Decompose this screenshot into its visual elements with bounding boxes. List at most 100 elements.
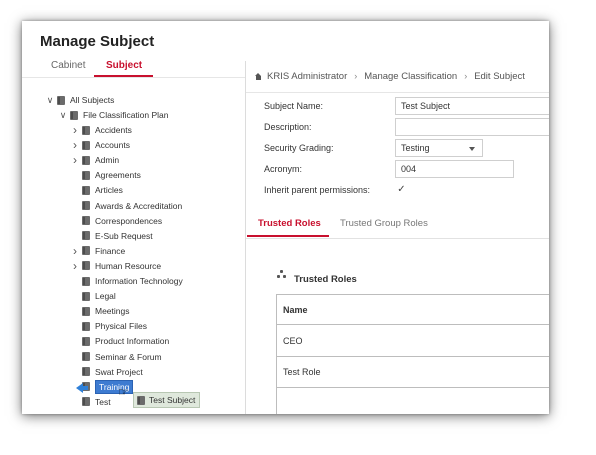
subject-name-label: Subject Name:: [264, 101, 324, 111]
expand-icon[interactable]: ›: [71, 139, 79, 151]
breadcrumb-item[interactable]: KRIS Administrator: [267, 71, 347, 82]
folder-book-icon: [82, 125, 90, 135]
breadcrumb: KRIS Administrator › Manage Classificati…: [255, 69, 525, 83]
tree-node-label: Product Information: [95, 336, 170, 347]
inherit-permissions-label: Inherit parent permissions:: [264, 185, 371, 195]
tree-node[interactable]: › Accidents: [71, 123, 132, 137]
collapse-icon[interactable]: ∨: [59, 109, 67, 121]
drop-arrow-tail: [82, 386, 88, 390]
tree-node[interactable]: › Finance: [71, 244, 125, 258]
tree-node[interactable]: E-Sub Request: [71, 229, 153, 243]
table-row[interactable]: CEO: [277, 326, 549, 357]
description-label: Description:: [264, 122, 312, 132]
divider: [246, 92, 549, 93]
folder-book-icon: [57, 95, 65, 105]
tree-node[interactable]: › Human Resource: [71, 259, 161, 273]
tree-node-all-subjects[interactable]: ∨ All Subjects: [46, 93, 115, 107]
expand-icon[interactable]: ›: [71, 124, 79, 136]
tree-node-label: Information Technology: [95, 276, 183, 286]
tab-trusted-roles[interactable]: Trusted Roles: [258, 218, 321, 229]
tab-subject[interactable]: Subject: [106, 60, 142, 71]
tree-node-label: E-Sub Request: [95, 230, 153, 241]
tree-node[interactable]: Seminar & Forum: [71, 350, 162, 364]
folder-book-icon: [82, 276, 90, 286]
tree-node[interactable]: › Admin: [71, 153, 119, 167]
tree-node-label: Admin: [95, 155, 120, 166]
tree-node-label: All Subjects: [70, 95, 115, 105]
breadcrumb-item[interactable]: Manage Classification: [364, 71, 457, 82]
tree-node-file-classification-plan[interactable]: ∨ File Classification Plan: [59, 108, 169, 122]
collapse-icon[interactable]: ∨: [46, 94, 54, 106]
tree-node[interactable]: Correspondences: [71, 214, 162, 228]
expand-icon[interactable]: ›: [71, 154, 79, 166]
folder-book-icon: [82, 336, 90, 346]
folder-book-icon: [82, 321, 90, 331]
tree-node-label: Articles: [95, 185, 123, 196]
table-header-name[interactable]: Name: [277, 295, 549, 325]
tree-node-label: Accounts: [95, 140, 130, 151]
security-grading-select[interactable]: Testing: [395, 139, 483, 157]
inherit-permissions-checkbox[interactable]: ✓: [396, 184, 407, 195]
divider: [22, 77, 245, 78]
divider: [246, 238, 549, 239]
tree-node[interactable]: Awards & Accreditation: [71, 199, 182, 213]
tree-node-label: Human Resource: [95, 260, 162, 271]
folder-book-icon: [82, 155, 90, 165]
folder-book-icon: [137, 395, 145, 405]
folder-book-icon: [82, 185, 90, 195]
folder-book-icon: [82, 352, 90, 361]
tree-node[interactable]: Information Technology: [71, 274, 183, 288]
folder-book-icon: [82, 231, 90, 241]
tree-node[interactable]: Physical Files: [71, 319, 147, 333]
trusted-roles-table: Name CEO Test Role: [276, 294, 549, 414]
expand-icon[interactable]: ›: [71, 245, 79, 257]
tree-node-label: Seminar & Forum: [95, 351, 162, 362]
expand-icon[interactable]: ›: [71, 260, 79, 272]
chevron-right-icon: ›: [354, 71, 358, 81]
chevron-right-icon: ›: [464, 71, 468, 81]
security-grading-label: Security Grading:: [264, 143, 334, 153]
tree-node[interactable]: › Accounts: [71, 138, 130, 152]
acronym-input[interactable]: 004: [395, 160, 514, 178]
dropdown-caret-icon: [469, 147, 475, 151]
tab-trusted-group-roles[interactable]: Trusted Group Roles: [340, 218, 428, 229]
tree-node[interactable]: Articles: [71, 183, 123, 197]
home-icon[interactable]: [255, 72, 262, 80]
tree-node-label: Swat Project: [95, 366, 143, 377]
tree-node-label: Finance: [95, 245, 126, 256]
tree-node[interactable]: Swat Project: [71, 365, 143, 379]
tree-node-label: Agreements: [95, 170, 141, 181]
subject-name-input[interactable]: Test Subject: [395, 97, 549, 115]
tab-cabinet[interactable]: Cabinet: [51, 60, 85, 71]
tree-node-label: Correspondences: [95, 215, 163, 226]
security-grading-value: Testing: [401, 143, 430, 153]
tree-node[interactable]: Product Information: [71, 334, 169, 348]
tree-node-label: Accidents: [95, 125, 132, 135]
folder-book-icon: [82, 140, 90, 150]
table-row[interactable]: Test Role: [277, 357, 549, 388]
tree-node[interactable]: Meetings: [71, 304, 130, 318]
folder-book-icon: [82, 291, 90, 301]
manage-subject-window: Manage Subject Cabinet Subject ∨ All Sub…: [22, 21, 549, 414]
drag-ghost-label: Test Subject: [149, 395, 196, 405]
tree-node-label: File Classification Plan: [83, 110, 169, 120]
tree-node[interactable]: Agreements: [71, 168, 141, 182]
description-input[interactable]: [395, 118, 549, 136]
acronym-label: Acronym:: [264, 164, 303, 174]
tree-node[interactable]: Legal: [71, 289, 116, 303]
tree-node-label: Legal: [95, 291, 116, 302]
folder-book-icon: [82, 170, 90, 180]
breadcrumb-item: Edit Subject: [474, 70, 525, 82]
tree-node[interactable]: Test: [71, 395, 111, 409]
table-row[interactable]: [277, 388, 549, 414]
trusted-roles-heading-label: Trusted Roles: [294, 274, 357, 285]
trusted-roles-heading: Trusted Roles: [277, 270, 357, 285]
